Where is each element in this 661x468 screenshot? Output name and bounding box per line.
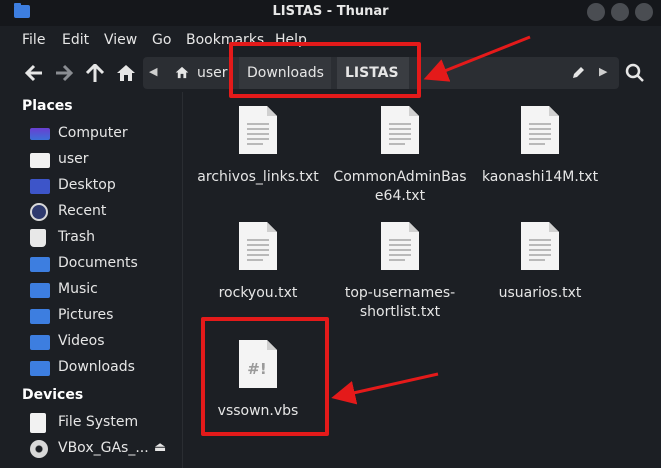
annotation-arrows — [331, 35, 531, 405]
annotation-arrow — [423, 35, 531, 82]
annotation-arrow — [331, 372, 439, 405]
